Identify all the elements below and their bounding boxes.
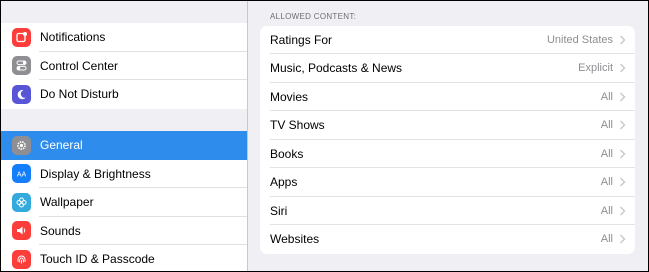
settings-window: Notifications Control Center Do Not Dist… — [0, 0, 649, 272]
sidebar-item-label: Display & Brightness — [40, 166, 151, 181]
sidebar: Notifications Control Center Do Not Dist… — [1, 1, 248, 271]
row-value: All — [600, 147, 613, 160]
row-label: Ratings For — [270, 32, 333, 47]
allowed-content-list: Ratings For United States Music, Podcast… — [260, 25, 635, 254]
chevron-right-icon — [619, 63, 626, 73]
fingerprint-icon — [12, 249, 31, 269]
chevron-right-icon — [619, 35, 626, 45]
sidebar-item-general[interactable]: General — [1, 131, 247, 160]
sidebar-item-label: Touch ID & Passcode — [40, 252, 155, 267]
sidebar-item-touch-id-passcode[interactable]: Touch ID & Passcode — [1, 245, 247, 271]
row-label: Books — [270, 146, 304, 161]
chevron-right-icon — [619, 234, 626, 244]
sidebar-item-label: Sounds — [40, 223, 81, 238]
chevron-right-icon — [619, 92, 626, 102]
row-label: Movies — [270, 89, 309, 104]
chevron-right-icon — [619, 177, 626, 187]
sidebar-item-control-center[interactable]: Control Center — [1, 52, 247, 80]
sidebar-group-1: Notifications Control Center Do Not Dist… — [1, 23, 247, 109]
sidebar-item-label: Wallpaper — [40, 195, 94, 210]
sidebar-item-do-not-disturb[interactable]: Do Not Disturb — [1, 80, 247, 109]
row-apps[interactable]: Apps All — [260, 168, 635, 197]
main-panel: ALLOWED CONTENT: Ratings For United Stat… — [248, 1, 648, 271]
sidebar-item-sounds[interactable]: Sounds — [1, 217, 247, 245]
sidebar-item-label: Notifications — [40, 30, 106, 45]
sidebar-item-label: Do Not Disturb — [40, 87, 119, 102]
row-value: All — [600, 176, 613, 189]
speaker-icon — [12, 221, 31, 241]
chevron-right-icon — [619, 206, 626, 216]
sidebar-item-wallpaper[interactable]: Wallpaper — [1, 188, 247, 217]
row-value: United States — [546, 33, 613, 46]
moon-icon — [12, 84, 31, 104]
sidebar-item-label: Control Center — [40, 58, 119, 73]
row-label: Apps — [270, 175, 298, 190]
notifications-icon — [12, 27, 31, 47]
sidebar-item-display-brightness[interactable]: AA Display & Brightness — [1, 160, 247, 188]
row-music-podcasts-news[interactable]: Music, Podcasts & News Explicit — [260, 54, 635, 83]
svg-text:AA: AA — [17, 172, 27, 179]
row-label: Music, Podcasts & News — [270, 61, 403, 76]
section-header: ALLOWED CONTENT: — [270, 12, 357, 21]
chevron-right-icon — [619, 149, 626, 159]
row-value: All — [600, 204, 613, 217]
chevron-right-icon — [619, 120, 626, 130]
row-label: Websites — [270, 232, 320, 247]
row-value: Explicit — [578, 62, 613, 75]
row-value: All — [600, 233, 613, 246]
row-websites[interactable]: Websites All — [260, 225, 635, 254]
row-label: Siri — [270, 203, 288, 218]
gear-icon — [12, 135, 31, 155]
row-books[interactable]: Books All — [260, 140, 635, 168]
sidebar-item-label: General — [40, 138, 83, 153]
row-siri[interactable]: Siri All — [260, 197, 635, 225]
sidebar-item-notifications[interactable]: Notifications — [1, 23, 247, 52]
row-value: All — [600, 90, 613, 103]
row-ratings-for[interactable]: Ratings For United States — [260, 26, 635, 54]
row-tv-shows[interactable]: TV Shows All — [260, 111, 635, 140]
wallpaper-icon — [12, 192, 31, 212]
sidebar-group-2: General AA Display & Brightness Wallpape… — [1, 131, 247, 271]
display-icon: AA — [12, 164, 31, 184]
row-value: All — [600, 119, 613, 132]
row-label: TV Shows — [270, 118, 325, 133]
row-movies[interactable]: Movies All — [260, 83, 635, 111]
control-center-icon — [12, 56, 31, 76]
